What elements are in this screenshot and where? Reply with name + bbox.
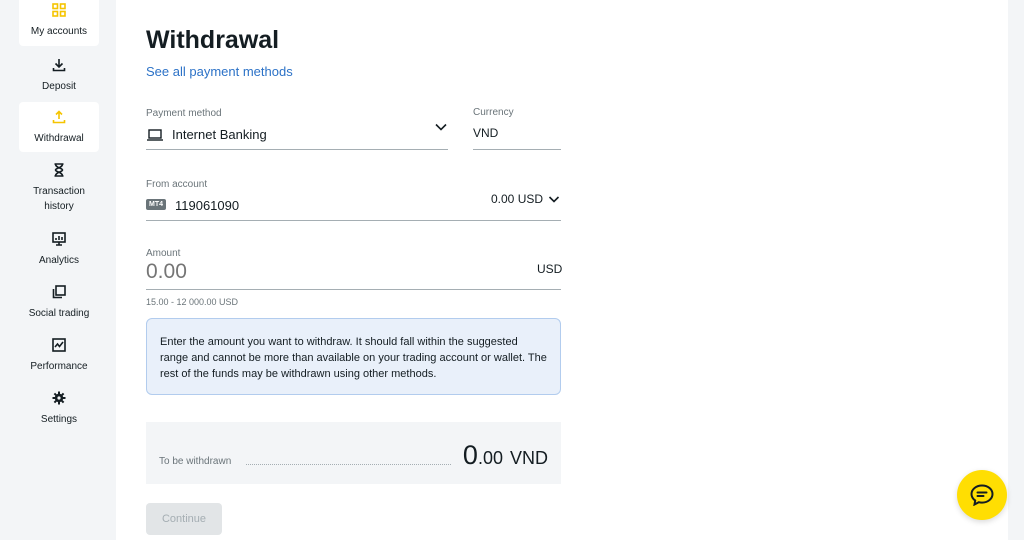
sidebar-item-withdrawal[interactable]: Withdrawal [19,102,99,152]
payment-method-underline [146,149,448,150]
from-account-label: From account [146,179,208,190]
amount-decimal: .00 [477,448,503,468]
sidebar-item-my-accounts[interactable]: My accounts [19,0,99,46]
sidebar-item-label: Social trading [28,307,90,319]
info-message: Enter the amount you want to withdraw. I… [146,318,561,395]
chat-button[interactable] [957,470,1007,520]
sidebar: My accounts Deposit Withdrawal Transacti… [0,0,116,540]
copy-icon [51,284,67,300]
sidebar-item-label: Performance [30,360,88,372]
chevron-down-icon[interactable] [434,120,448,134]
currency-field[interactable]: VND [473,126,498,140]
grid-icon [51,2,67,18]
sidebar-item-transaction-history[interactable]: Transaction history [19,158,99,218]
mt4-badge: MT4 [146,199,166,210]
amount-label: Amount [146,248,181,259]
payment-method-value: Internet Banking [172,127,267,142]
page-title: Withdrawal [146,26,280,54]
laptop-icon [147,128,163,141]
chevron-down-icon [548,196,560,203]
withdrawal-panel: Withdrawal See all payment methods Payme… [116,0,1008,540]
amount-integer: 0 [462,440,478,470]
sidebar-item-label: Transaction history [33,186,85,212]
account-balance: 0.00 USD [491,192,544,206]
chat-bubble-icon [970,484,994,506]
sidebar-item-label: Settings [40,413,78,425]
continue-button[interactable]: Continue [146,503,222,535]
amount-underline [146,289,561,290]
upload-icon [51,109,67,125]
sidebar-item-label: Deposit [42,80,76,92]
currency-underline [473,149,561,150]
sidebar-item-label: Analytics [38,254,79,266]
sidebar-item-deposit[interactable]: Deposit [19,50,99,100]
amount-unit: USD [537,262,563,276]
account-select[interactable]: 0.00 USD [491,192,560,206]
amount-range: 15.00 - 12 000.00 USD [146,297,239,307]
right-gutter [1008,0,1024,540]
to-be-withdrawn-summary: To be withdrawn 0 .00 VND [146,422,561,484]
see-all-payment-methods-link[interactable]: See all payment methods [146,64,293,79]
account-number: 119061090 [175,198,240,213]
download-icon [51,57,67,73]
currency-label: Currency [473,107,514,118]
sidebar-item-settings[interactable]: Settings [19,385,99,431]
to-be-withdrawn-amount: 0 .00 VND [463,440,548,471]
payment-method-select[interactable]: Internet Banking [146,127,267,142]
performance-icon [51,337,67,353]
sidebar-item-performance[interactable]: Performance [19,332,99,378]
sidebar-item-label: My accounts [30,25,88,37]
amount-input[interactable] [146,260,506,284]
analytics-icon [51,231,67,247]
amount-currency: VND [509,448,548,468]
payment-method-label: Payment method [146,108,222,119]
sidebar-item-label: Withdrawal [34,132,84,144]
dotted-leader [246,464,451,465]
to-be-withdrawn-label: To be withdrawn [159,456,232,467]
sidebar-item-analytics[interactable]: Analytics [19,226,99,272]
sidebar-item-social-trading[interactable]: Social trading [19,279,99,325]
gear-icon [51,390,67,406]
from-account-underline [146,220,561,221]
hourglass-icon [51,162,67,178]
